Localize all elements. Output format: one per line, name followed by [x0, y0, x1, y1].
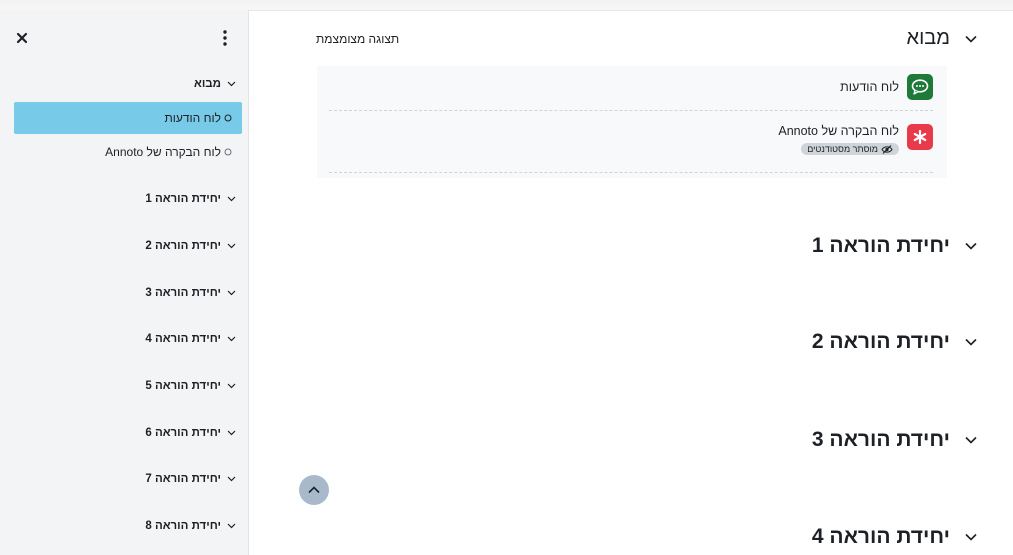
section-header-4: יחידת הוראה 4 — [812, 525, 978, 549]
section-title: מבוא — [906, 27, 950, 49]
chevron-down-icon — [227, 196, 236, 202]
index-section-7[interactable]: יחידת הוראה 7 — [145, 473, 236, 485]
index-section-5[interactable]: יחידת הוראה 5 — [145, 380, 236, 392]
section-header-2: יחידת הוראה 2 — [812, 330, 978, 354]
section-header-1: יחידת הוראה 1 — [812, 234, 978, 258]
index-section-label: יחידת הוראה 8 — [145, 520, 221, 532]
index-section-label: יחידת הוראה 7 — [145, 473, 221, 485]
section-title: יחידת הוראה 3 — [811, 428, 950, 451]
kebab-menu-icon — [223, 30, 227, 46]
chevron-down-icon — [227, 336, 236, 342]
index-section-4[interactable]: יחידת הוראה 4 — [145, 333, 236, 345]
activity-dot-icon — [224, 148, 232, 156]
activity-list: לוח הודעות לוח הבקרה של Annoto מוסתר מסט… — [317, 66, 947, 178]
chevron-down-icon — [227, 523, 236, 529]
index-section-label: יחידת הוראה 1 — [145, 193, 221, 205]
chevron-down-icon — [227, 81, 236, 87]
section-title: יחידת הוראה 1 — [811, 234, 950, 257]
activity-name: לוח הודעות — [840, 80, 899, 94]
collapse-section-toggle[interactable] — [964, 335, 978, 349]
index-section-label: יחידת הוראה 6 — [145, 427, 221, 439]
collapse-section-toggle[interactable] — [964, 530, 978, 544]
chevron-down-icon — [965, 338, 977, 346]
chevron-down-icon — [227, 476, 236, 482]
index-section-label: יחידת הוראה 5 — [145, 380, 221, 392]
section-header-3: יחידת הוראה 3 — [812, 428, 978, 452]
index-item-announcements[interactable]: לוח הודעות — [14, 102, 242, 134]
index-section-6[interactable]: יחידת הוראה 6 — [145, 427, 236, 439]
chevron-down-icon — [227, 430, 236, 436]
course-index-drawer: מבוא לוח הודעות לוח הבקרה של Annoto יחיד… — [0, 10, 249, 555]
index-section-3[interactable]: יחידת הוראה 3 — [145, 287, 236, 299]
badge-label: מוסתר מסטודנטים — [807, 144, 878, 154]
section-title: יחידת הוראה 4 — [811, 525, 950, 548]
collapse-section-toggle[interactable] — [964, 32, 978, 46]
collapse-section-toggle[interactable] — [964, 433, 978, 447]
index-item-annoto[interactable]: לוח הבקרה של Annoto — [14, 136, 242, 168]
collapse-all-link[interactable]: תצוגה מצומצמת — [316, 32, 399, 46]
index-section-intro[interactable]: מבוא — [194, 78, 236, 90]
index-section-2[interactable]: יחידת הוראה 2 — [145, 240, 236, 252]
eye-slash-icon — [881, 144, 893, 154]
back-to-top-button[interactable] — [299, 475, 329, 505]
activity-annoto[interactable]: לוח הבקרה של Annoto מוסתר מסטודנטים — [329, 118, 933, 173]
index-section-1[interactable]: יחידת הוראה 1 — [145, 193, 236, 205]
course-content: מבוא תצוגה מצומצמת לוח הודעות לוח הבקרה … — [248, 10, 1013, 555]
chevron-down-icon — [965, 533, 977, 541]
chevron-down-icon — [965, 35, 977, 43]
forum-icon — [907, 74, 933, 100]
index-item-label: לוח הודעות — [164, 111, 221, 125]
chevron-down-icon — [227, 383, 236, 389]
collapse-section-toggle[interactable] — [964, 239, 978, 253]
chevron-down-icon — [227, 290, 236, 296]
chevron-up-icon — [308, 486, 320, 494]
index-section-label: מבוא — [193, 78, 221, 90]
chevron-down-icon — [965, 242, 977, 250]
index-section-label: יחידת הוראה 4 — [145, 333, 221, 345]
hidden-from-students-badge: מוסתר מסטודנטים — [801, 143, 899, 155]
close-drawer-button[interactable] — [14, 30, 30, 46]
section-header-intro: מבוא — [907, 27, 978, 50]
index-item-label: לוח הבקרה של Annoto — [105, 145, 221, 159]
activity-name: לוח הבקרה של Annoto — [778, 124, 899, 138]
section-title: יחידת הוראה 2 — [811, 330, 950, 353]
index-section-label: יחידת הוראה 3 — [145, 287, 221, 299]
activity-dot-icon — [224, 114, 232, 122]
index-section-8[interactable]: יחידת הוראה 8 — [145, 520, 236, 532]
close-icon — [16, 32, 28, 44]
activity-announcements[interactable]: לוח הודעות — [329, 74, 933, 111]
chevron-down-icon — [965, 436, 977, 444]
index-section-label: יחידת הוראה 2 — [145, 240, 221, 252]
annoto-asterisk-icon — [907, 124, 933, 150]
drawer-options-button[interactable] — [220, 28, 230, 48]
chevron-down-icon — [227, 243, 236, 249]
